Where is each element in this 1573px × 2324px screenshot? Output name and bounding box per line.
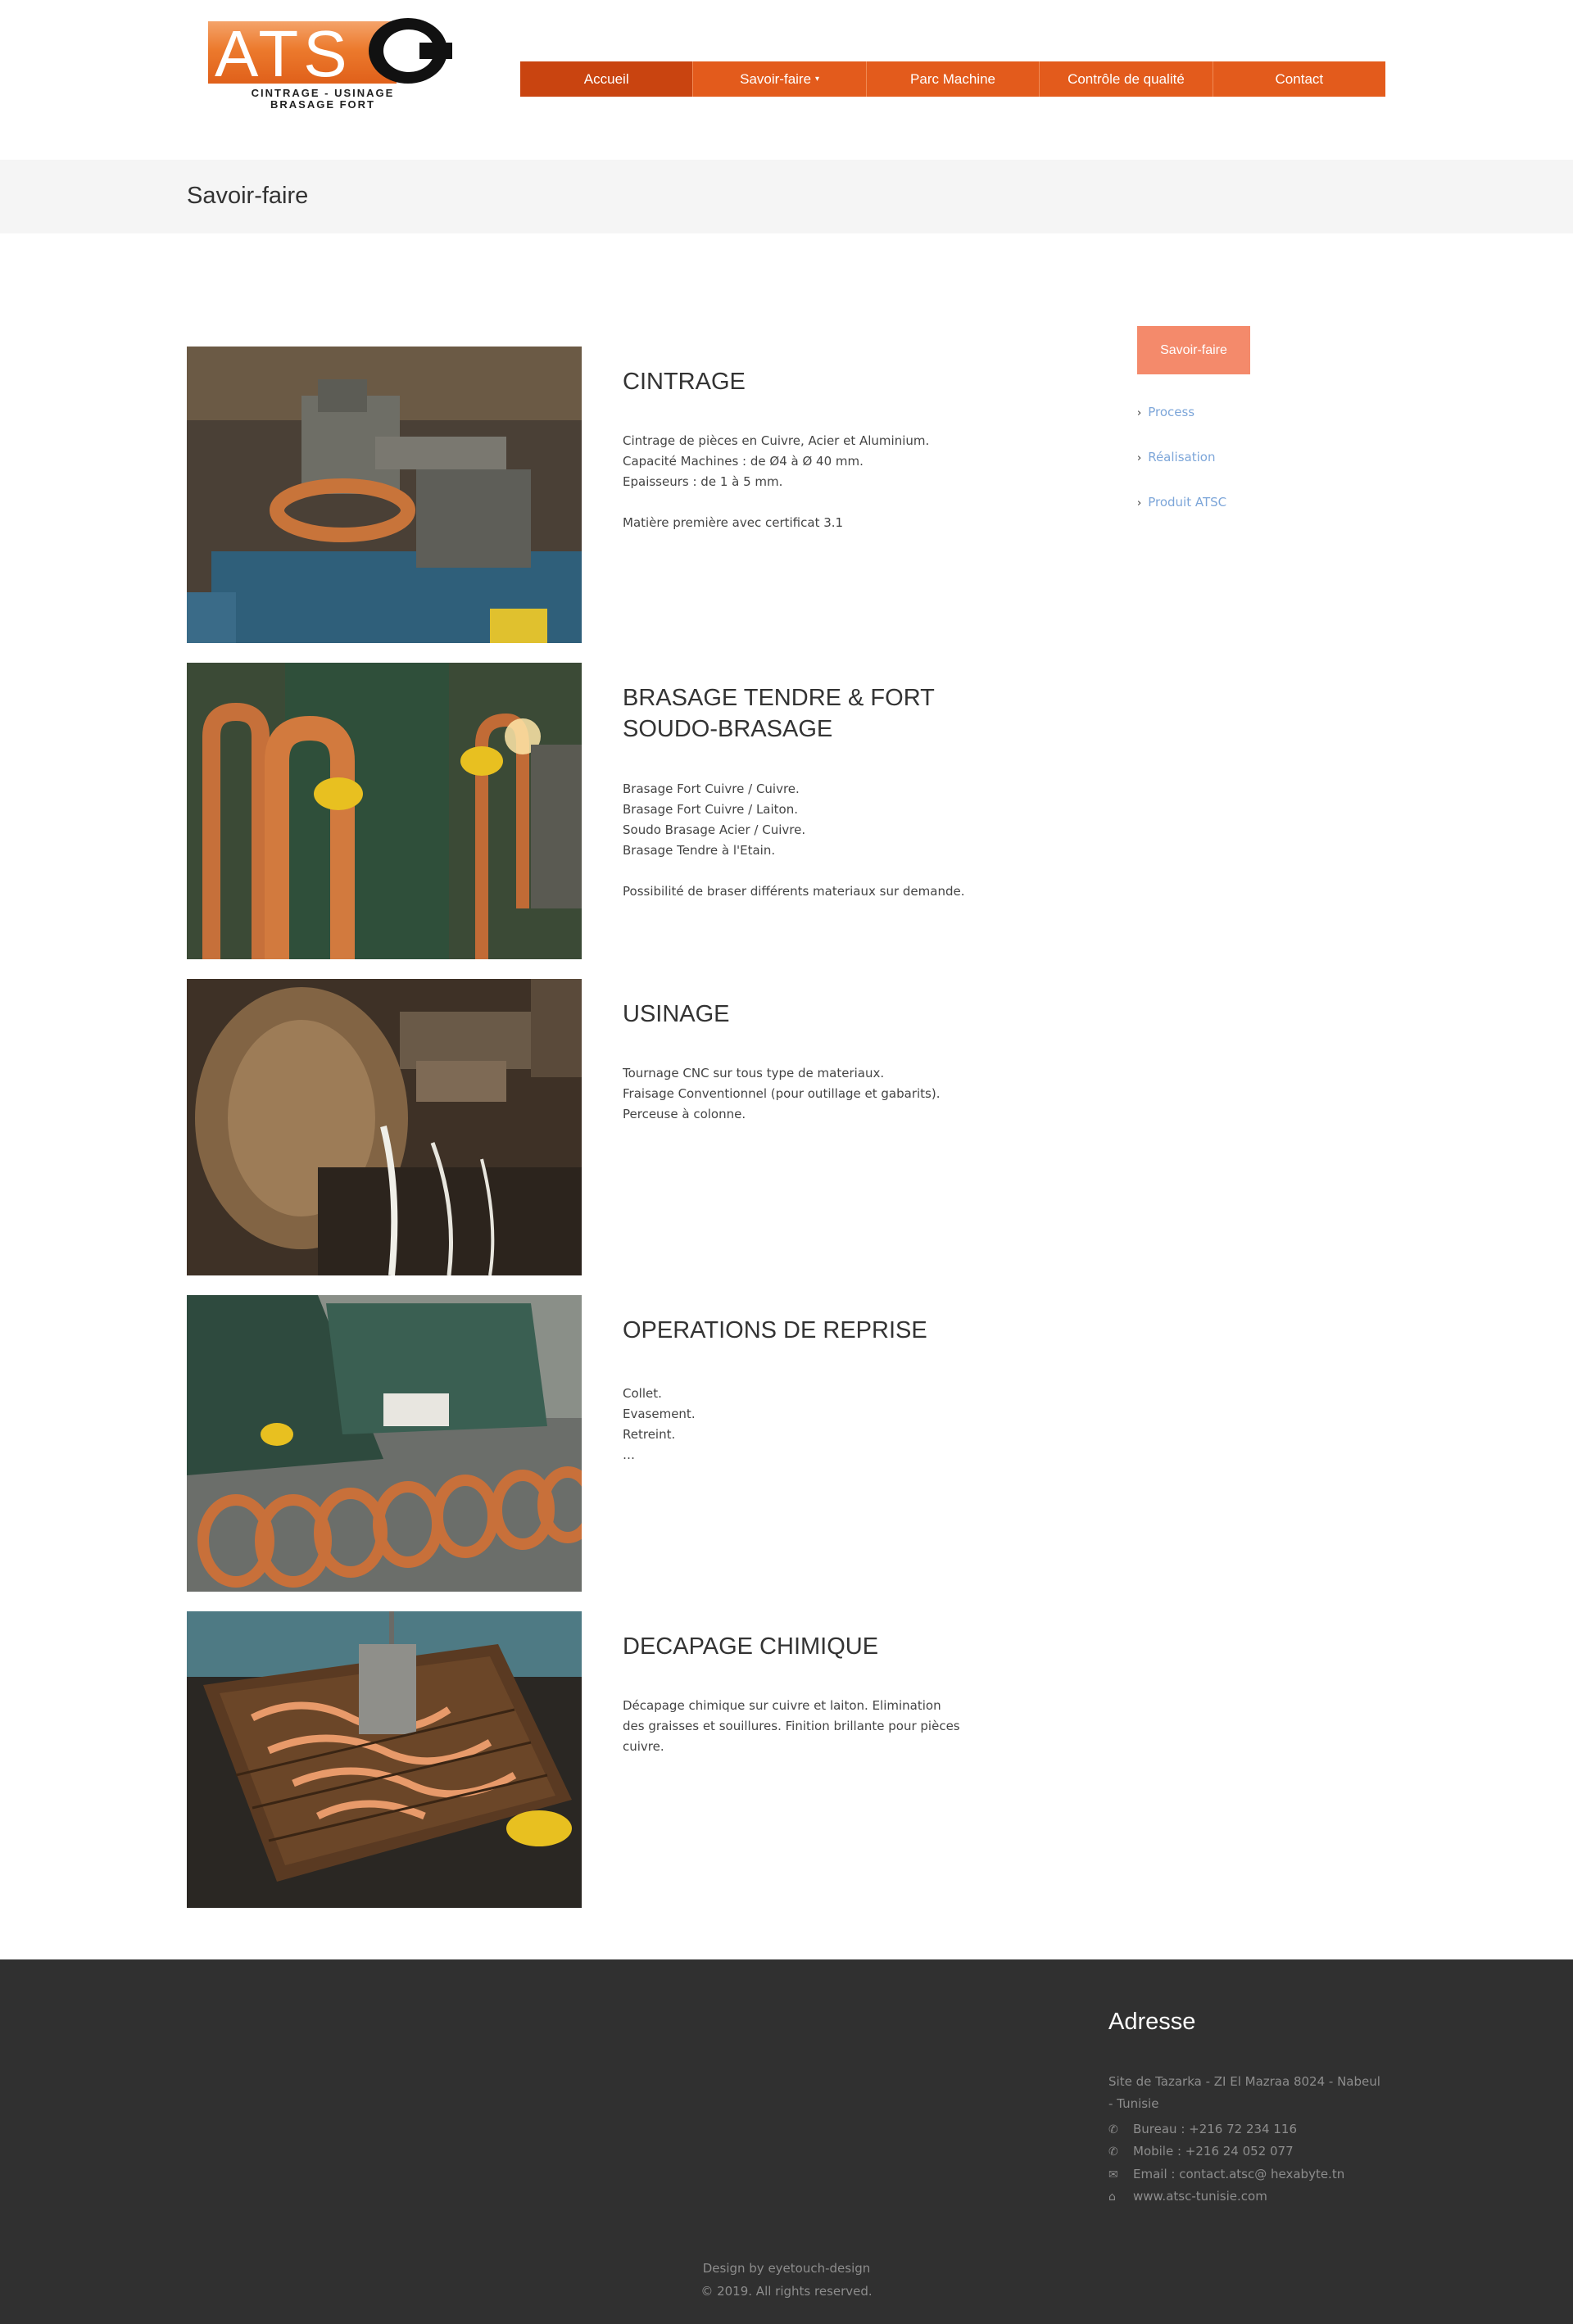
nav-item-accueil[interactable]: Accueil	[520, 61, 694, 97]
site-header: ATS CINTRAGE - USINAGE BRASAGE FORT Accu…	[0, 0, 1573, 160]
nav-label: Savoir-faire	[740, 70, 812, 87]
text-line	[623, 492, 1000, 513]
text-line: Soudo Brasage Acier / Cuivre.	[623, 822, 806, 837]
logo-tagline-1: CINTRAGE - USINAGE	[251, 87, 395, 99]
chevron-right-icon: ›	[1137, 497, 1142, 510]
section-text: Décapage chimique sur cuivre et laiton. …	[623, 1696, 1000, 1757]
main-nav: Accueil Savoir-faire ▾ Parc Machine Cont…	[520, 61, 1386, 97]
website-text: www.atsc-tunisie.com	[1133, 2189, 1267, 2204]
email-text: Email : contact.atsc@ hexabyte.tn	[1133, 2167, 1345, 2181]
mobile-text: Mobile : +216 24 052 077	[1133, 2144, 1294, 2159]
sidebar-link-process[interactable]: › Process	[1137, 405, 1194, 419]
text-line: Fraisage Conventionnel (pour outillage e…	[623, 1086, 941, 1101]
section-title: DECAPAGE CHIMIQUE	[623, 1633, 879, 1660]
footer-mobile: ✆ Mobile : +216 24 052 077	[1108, 2144, 1294, 2159]
phone-icon: ✆	[1108, 2123, 1118, 2136]
atsc-logo[interactable]: ATS CINTRAGE - USINAGE BRASAGE FORT	[208, 17, 452, 111]
section-title: BRASAGE TENDRE & FORT SOUDO-BRASAGE	[623, 685, 935, 742]
footer-bureau: ✆ Bureau : +216 72 234 116	[1108, 2122, 1297, 2136]
text-line: Perceuse à colonne.	[623, 1107, 746, 1121]
section-usinage: USINAGE Tournage CNC sur tous type de ma…	[187, 979, 1006, 1275]
home-icon: ⌂	[1108, 2190, 1116, 2204]
phone-icon: ✆	[1108, 2145, 1118, 2159]
text-line: …	[623, 1447, 635, 1462]
logo-c-ring	[369, 18, 452, 84]
sidebar-link-label: Produit ATSC	[1148, 495, 1227, 510]
nav-item-savoir-faire[interactable]: Savoir-faire ▾	[693, 61, 867, 97]
page-title: Savoir-faire	[187, 183, 309, 209]
usinage-photo	[187, 979, 582, 1275]
text-line: Brasage Tendre à l'Etain.	[623, 843, 776, 858]
nav-item-parc-machine[interactable]: Parc Machine	[866, 61, 1040, 97]
decapage-photo	[187, 1611, 582, 1908]
section-text: Collet. Evasement. Retreint. …	[623, 1384, 1000, 1466]
section-brasage: BRASAGE TENDRE & FORT SOUDO-BRASAGE Bras…	[187, 663, 1006, 959]
sidebar-link-label: Réalisation	[1148, 450, 1216, 464]
section-cintrage: CINTRAGE Cintrage de pièces en Cuivre, A…	[187, 347, 1006, 643]
sidebar-link-produit-atsc[interactable]: › Produit ATSC	[1137, 495, 1226, 510]
text-line: Tournage CNC sur tous type de materiaux.	[623, 1066, 885, 1080]
nav-label: Contrôle de qualité	[1068, 70, 1185, 87]
nav-label: Accueil	[583, 70, 629, 87]
text-line: cuivre.	[623, 1739, 664, 1754]
section-text: Cintrage de pièces en Cuivre, Acier et A…	[623, 431, 1000, 533]
text-line: Evasement.	[623, 1407, 696, 1421]
section-title: USINAGE	[623, 1001, 730, 1027]
logo-letters: ATS	[215, 17, 352, 90]
section-title: OPERATIONS DE REPRISE	[623, 1317, 927, 1343]
text-line: Matière première avec certificat 3.1	[623, 515, 844, 530]
bureau-text: Bureau : +216 72 234 116	[1133, 2122, 1298, 2136]
caret-down-icon: ▾	[815, 75, 820, 84]
text-line: Décapage chimique sur cuivre et laiton. …	[623, 1698, 941, 1713]
site-footer: Adresse Site de Tazarka - ZI El Mazraa 8…	[0, 1959, 1573, 2324]
nav-label: Parc Machine	[910, 70, 995, 87]
cintrage-photo	[187, 347, 582, 643]
section-title: CINTRAGE	[623, 369, 746, 395]
text-line: Epaisseurs : de 1 à 5 mm.	[623, 474, 783, 489]
nav-item-controle-qualite[interactable]: Contrôle de qualité	[1040, 61, 1213, 97]
copyright: © 2019. All rights reserved.	[700, 2284, 873, 2299]
brasage-photo	[187, 663, 582, 959]
text-line: Brasage Fort Cuivre / Cuivre.	[623, 781, 800, 796]
operations-reprise-photo	[187, 1295, 582, 1592]
chevron-right-icon: ›	[1137, 407, 1142, 419]
nav-label: Contact	[1275, 70, 1324, 87]
sidebar-link-realisation[interactable]: › Réalisation	[1137, 450, 1215, 464]
section-operations-de-reprise: OPERATIONS DE REPRISE Collet. Evasement.…	[187, 1295, 1006, 1592]
footer-heading: Adresse	[1108, 2009, 1196, 2035]
footer-address: Site de Tazarka - ZI El Mazraa 8024 - Na…	[1108, 2074, 1380, 2111]
text-line: Possibilité de braser différents materia…	[623, 884, 965, 899]
sidebar-link-label: Process	[1148, 405, 1195, 419]
sidebar-savoir-faire-button[interactable]: Savoir-faire	[1137, 326, 1250, 374]
text-line: des graisses et souillures. Finition bri…	[623, 1719, 960, 1733]
section-decapage-chimique: DECAPAGE CHIMIQUE Décapage chimique sur …	[187, 1611, 1006, 1908]
page-title-band: Savoir-faire	[0, 160, 1573, 233]
text-line	[623, 861, 1000, 881]
nav-item-contact[interactable]: Contact	[1213, 61, 1386, 97]
footer-email[interactable]: ✉ Email : contact.atsc@ hexabyte.tn	[1108, 2167, 1344, 2181]
footer-website[interactable]: ⌂ www.atsc-tunisie.com	[1108, 2189, 1267, 2204]
envelope-icon: ✉	[1108, 2168, 1118, 2181]
text-line: Cintrage de pièces en Cuivre, Acier et A…	[623, 433, 930, 448]
section-text: Tournage CNC sur tous type de materiaux.…	[623, 1063, 1000, 1125]
design-credit[interactable]: Design by eyetouch-design	[0, 2261, 1573, 2276]
logo-tagline-2: BRASAGE FORT	[270, 98, 375, 111]
text-line: Retreint.	[623, 1427, 676, 1442]
chevron-right-icon: ›	[1137, 452, 1142, 464]
section-text: Brasage Fort Cuivre / Cuivre. Brasage Fo…	[623, 779, 1000, 902]
text-line: Brasage Fort Cuivre / Laiton.	[623, 802, 798, 817]
text-line: Capacité Machines : de Ø4 à Ø 40 mm.	[623, 454, 864, 469]
text-line: Collet.	[623, 1386, 662, 1401]
